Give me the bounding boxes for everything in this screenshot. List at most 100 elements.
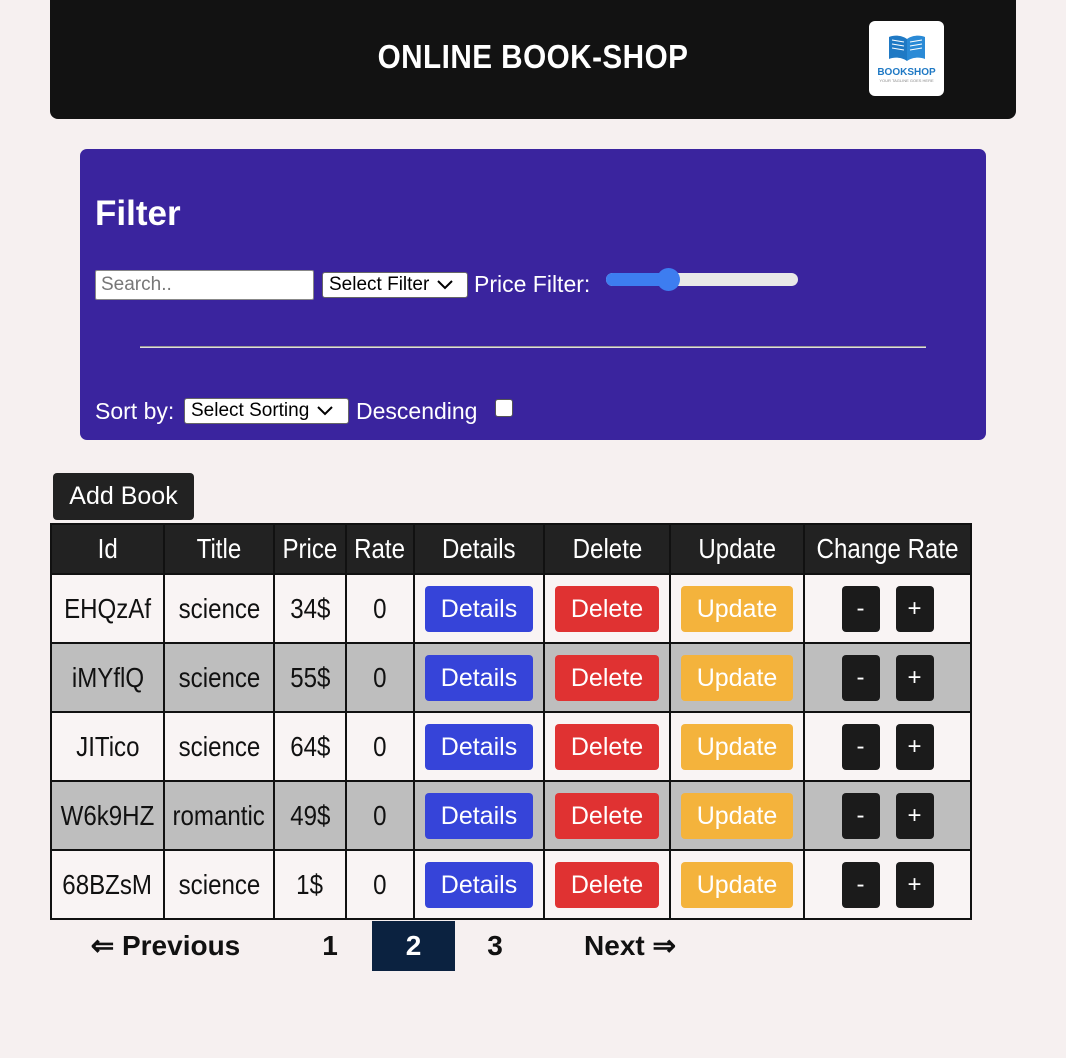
bookshop-logo[interactable]: BOOKSHOP YOUR TAGLINE GOES HERE [869, 21, 944, 96]
cell-price: 1$ [273, 849, 347, 920]
cell-title: science [163, 642, 275, 713]
descending-label: Descending [356, 398, 478, 424]
decrease-rate-button[interactable]: - [841, 723, 880, 770]
decrease-rate-button[interactable]: - [841, 861, 880, 908]
update-button[interactable]: Update [681, 585, 793, 632]
cell-title: science [163, 573, 275, 644]
open-book-icon [888, 35, 925, 61]
cell-update: Update [669, 711, 805, 782]
increase-rate-button[interactable]: + [895, 861, 934, 908]
cell-change-rate: - + [802, 642, 973, 713]
cell-details: Details [413, 780, 545, 851]
increase-rate-button[interactable]: + [895, 654, 934, 701]
cell-id: EHQzAf [50, 573, 165, 644]
cell-id: W6k9HZ [50, 780, 165, 851]
price-filter-label: Price Filter: [474, 271, 591, 297]
cell-price: 34$ [273, 573, 347, 644]
table-row: EHQzAf science 34$ 0 Details Delete Update - + [50, 573, 973, 644]
increase-rate-button[interactable]: + [895, 585, 934, 632]
page-1-button[interactable]: 1 [289, 921, 371, 971]
cell-change-rate: - + [802, 849, 973, 920]
descending-checkbox[interactable] [495, 399, 513, 417]
delete-button[interactable]: Delete [555, 585, 659, 632]
sort-label: Sort by: [95, 398, 175, 424]
details-button[interactable]: Details [425, 861, 533, 908]
sort-select[interactable]: Select Sorting [184, 398, 349, 424]
price-slider-thumb[interactable] [657, 268, 680, 291]
cell-title: romantic [163, 780, 275, 851]
decrease-rate-button[interactable]: - [841, 792, 880, 839]
cell-id: iMYflQ [50, 642, 165, 713]
column-header: Rate [345, 523, 415, 575]
cell-rate: 0 [345, 642, 415, 713]
cell-rate: 0 [345, 849, 415, 920]
filter-panel: Filter Select Filter Price Filter: Sort … [80, 149, 986, 440]
cell-update: Update [669, 642, 805, 713]
cell-update: Update [669, 849, 805, 920]
cell-delete: Delete [543, 780, 671, 851]
details-button[interactable]: Details [425, 792, 533, 839]
delete-button[interactable]: Delete [555, 792, 659, 839]
update-button[interactable]: Update [681, 792, 793, 839]
next-page-button[interactable]: Next ⇒ [575, 921, 685, 971]
cell-change-rate: - + [802, 780, 973, 851]
add-book-button[interactable]: Add Book [53, 473, 194, 520]
filter-title: Filter [95, 194, 181, 233]
details-button[interactable]: Details [425, 654, 533, 701]
logo-tagline: YOUR TAGLINE GOES HERE [879, 78, 934, 83]
cell-rate: 0 [345, 711, 415, 782]
sort-select-value: Select Sorting [191, 400, 310, 421]
cell-change-rate: - + [802, 711, 973, 782]
update-button[interactable]: Update [681, 723, 793, 770]
cell-details: Details [413, 711, 545, 782]
cell-delete: Delete [543, 642, 671, 713]
cell-title: science [163, 711, 275, 782]
cell-price: 55$ [273, 642, 347, 713]
cell-rate: 0 [345, 780, 415, 851]
column-header: Change Rate [802, 523, 973, 575]
cell-delete: Delete [543, 849, 671, 920]
cell-title: science [163, 849, 275, 920]
logo-text: BOOKSHOP [877, 67, 936, 78]
decrease-rate-button[interactable]: - [841, 585, 880, 632]
increase-rate-button[interactable]: + [895, 723, 934, 770]
column-header: Title [163, 523, 275, 575]
details-button[interactable]: Details [425, 723, 533, 770]
delete-button[interactable]: Delete [555, 861, 659, 908]
table-row: 68BZsM science 1$ 0 Details Delete Update - + [50, 849, 973, 920]
delete-button[interactable]: Delete [555, 723, 659, 770]
site-header: ONLINE BOOK-SHOP BOOKSHOP YOUR TAGLINE G… [50, 0, 1016, 119]
column-header: Price [273, 523, 347, 575]
table-header-row: Id Title Price Rate Details Delete Updat… [50, 523, 973, 575]
table-row: iMYflQ science 55$ 0 Details Delete Update - + [50, 642, 973, 713]
cell-id: 68BZsM [50, 849, 165, 920]
update-button[interactable]: Update [681, 861, 793, 908]
cell-details: Details [413, 573, 545, 644]
cell-id: JITico [50, 711, 165, 782]
decrease-rate-button[interactable]: - [841, 654, 880, 701]
filter-select[interactable]: Select Filter [322, 272, 468, 298]
table-row: W6k9HZ romantic 49$ 0 Details Delete Update - + [50, 780, 973, 851]
column-header: Update [669, 523, 805, 575]
price-slider[interactable] [606, 273, 798, 286]
delete-button[interactable]: Delete [555, 654, 659, 701]
cell-price: 49$ [273, 780, 347, 851]
cell-update: Update [669, 780, 805, 851]
increase-rate-button[interactable]: + [895, 792, 934, 839]
page-3-button[interactable]: 3 [455, 921, 535, 971]
search-input[interactable] [95, 270, 314, 300]
previous-page-button[interactable]: ⇐ Previous [83, 921, 248, 971]
column-header: Details [413, 523, 545, 575]
cell-price: 64$ [273, 711, 347, 782]
filter-select-value: Select Filter [329, 274, 430, 295]
page-2-button[interactable]: 2 [372, 921, 455, 971]
chevron-down-icon [437, 274, 454, 296]
chevron-down-icon [317, 400, 334, 422]
details-button[interactable]: Details [425, 585, 533, 632]
update-button[interactable]: Update [681, 654, 793, 701]
column-header: Delete [543, 523, 671, 575]
table-row: JITico science 64$ 0 Details Delete Update - + [50, 711, 973, 782]
cell-delete: Delete [543, 573, 671, 644]
cell-details: Details [413, 642, 545, 713]
cell-delete: Delete [543, 711, 671, 782]
